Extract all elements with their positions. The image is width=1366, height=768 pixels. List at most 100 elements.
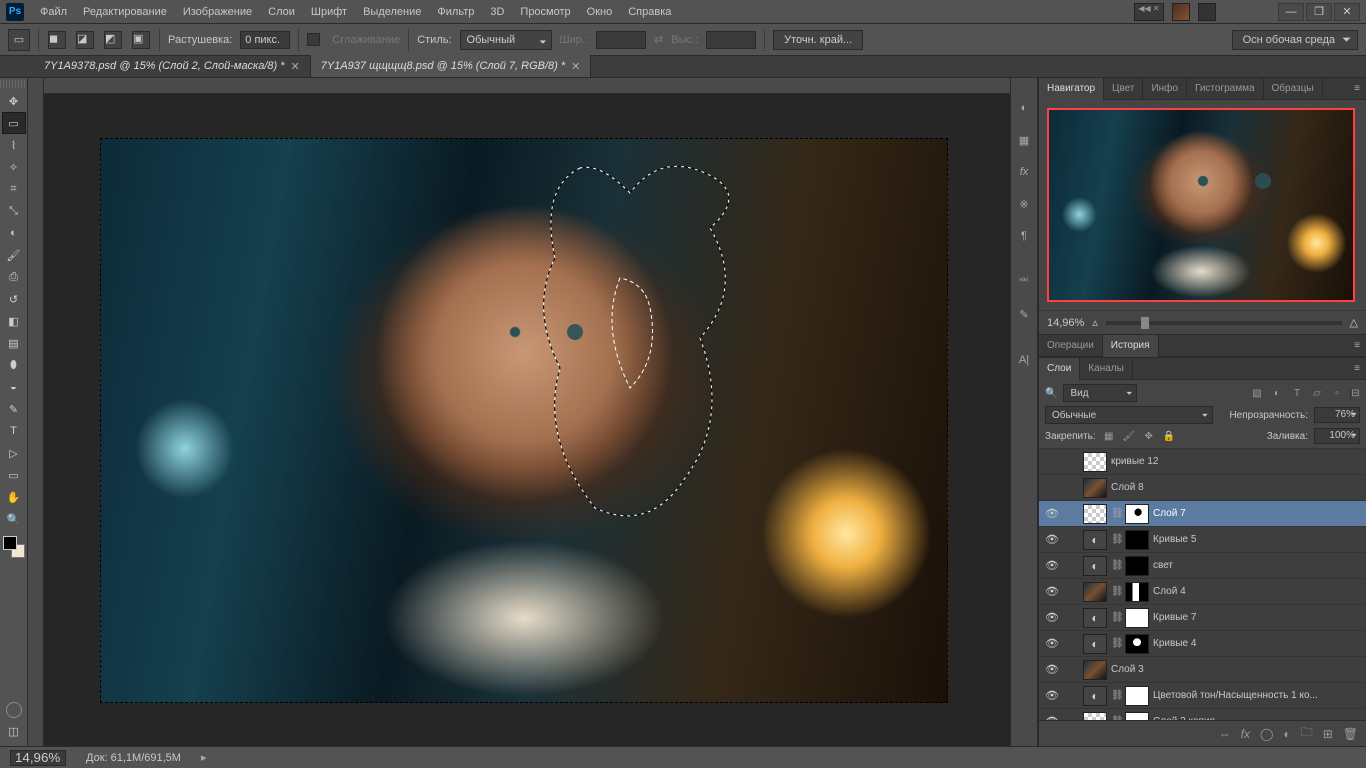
lock-all-icon[interactable]: 🔒	[1162, 429, 1176, 443]
window-minimize[interactable]: —	[1278, 3, 1304, 21]
layer-name[interactable]: Кривые 4	[1153, 638, 1362, 649]
visibility-toggle[interactable]: 👁	[1043, 585, 1061, 598]
menu-3D[interactable]: 3D	[482, 0, 512, 24]
zoom-slider[interactable]	[1106, 321, 1342, 325]
bridge-icon[interactable]	[1172, 3, 1190, 21]
navigator-thumbnail[interactable]	[1047, 108, 1355, 302]
panel-menu-icon[interactable]: ≡	[1348, 363, 1366, 374]
layer-name[interactable]: кривые 12	[1111, 456, 1362, 467]
visibility-toggle[interactable]: 👁	[1043, 533, 1061, 546]
filter-smart-icon[interactable]: ▫	[1330, 388, 1344, 399]
lasso-tool[interactable]: ⌇	[2, 134, 26, 156]
layer-thumbnail[interactable]: ◐	[1083, 634, 1107, 654]
lock-position-icon[interactable]: ✥	[1142, 429, 1156, 443]
character-dock-icon[interactable]: ¶	[1014, 226, 1034, 246]
layer-name[interactable]: Кривые 5	[1153, 534, 1362, 545]
layers-list[interactable]: кривые 12Слой 8👁⛓Слой 7👁◐⛓Кривые 5👁◐⛓све…	[1039, 449, 1366, 720]
magic-wand-tool[interactable]: ✧	[2, 156, 26, 178]
layer-row[interactable]: 👁 ◐ ⛓ Кривые 5	[1039, 527, 1366, 553]
mask-link-icon[interactable]: ⛓	[1111, 638, 1121, 649]
layer-filter-kind[interactable]: Вид	[1063, 384, 1137, 402]
close-tab-icon[interactable]: ✕	[291, 60, 300, 73]
zoom-in-icon[interactable]: △	[1350, 316, 1358, 329]
layer-thumbnail[interactable]	[1083, 504, 1107, 524]
shape-tool[interactable]: ▭	[2, 464, 26, 486]
layer-row[interactable]: кривые 12	[1039, 449, 1366, 475]
mask-link-icon[interactable]: ⛓	[1111, 508, 1121, 519]
selection-new-icon[interactable]: ◼	[48, 31, 66, 49]
panel-tab[interactable]: Слои	[1039, 358, 1080, 380]
ruler-vertical[interactable]	[28, 78, 44, 746]
layer-thumbnail[interactable]	[1083, 478, 1107, 498]
menu-Шрифт[interactable]: Шрифт	[303, 0, 355, 24]
type-tool[interactable]: T	[2, 420, 26, 442]
link-layers-icon[interactable]: ⇔	[1219, 727, 1231, 741]
blur-tool[interactable]: ⬮	[2, 354, 26, 376]
char-style-dock-icon[interactable]: A|	[1014, 350, 1034, 370]
new-fill-adjust-icon[interactable]: ◐	[1283, 727, 1290, 741]
layer-row[interactable]: 👁◐⛓Цветовой тон/Насыщенность 1 ко...	[1039, 683, 1366, 709]
color-swatches[interactable]	[3, 536, 25, 558]
layer-name[interactable]: Слой 8	[1111, 482, 1362, 493]
antialias-checkbox[interactable]	[307, 33, 320, 46]
mask-link-icon[interactable]: ⛓	[1111, 534, 1121, 545]
menu-Изображение[interactable]: Изображение	[175, 0, 260, 24]
brush-dock-icon[interactable]: ✎	[1014, 304, 1034, 324]
layer-thumbnail[interactable]: ◐	[1083, 556, 1107, 576]
layer-name[interactable]: Слой 7	[1153, 508, 1362, 519]
mask-link-icon[interactable]: ⛓	[1111, 612, 1121, 623]
close-tab-icon[interactable]: ✕	[571, 60, 580, 73]
screen-mode-toggle[interactable]: ◫	[2, 720, 26, 742]
panel-tab[interactable]: Гистограмма	[1187, 78, 1264, 100]
layer-thumbnail[interactable]: ◐	[1083, 530, 1107, 550]
dodge-tool[interactable]: ◒	[2, 376, 26, 398]
styles-dock-icon[interactable]: fx	[1014, 162, 1034, 182]
new-layer-icon[interactable]: ⊞	[1323, 727, 1333, 741]
visibility-toggle[interactable]: 👁	[1043, 663, 1061, 676]
visibility-toggle[interactable]: 👁	[1043, 611, 1061, 624]
panel-menu-icon[interactable]: ≡	[1348, 340, 1366, 351]
menu-Фильтр[interactable]: Фильтр	[429, 0, 482, 24]
panel-tab[interactable]: Операции	[1039, 335, 1103, 357]
move-tool[interactable]: ✥	[2, 90, 26, 112]
hand-tool[interactable]: ✋	[2, 486, 26, 508]
document-tab[interactable]: 7Y1A937 щщщщ8.psd @ 15% (Слой 7, RGB/8) …	[311, 55, 592, 77]
canvas[interactable]	[100, 138, 948, 703]
zoom-input[interactable]	[10, 750, 66, 766]
mask-link-icon[interactable]: ⛓	[1111, 560, 1121, 571]
mask-link-icon[interactable]: ⛓	[1111, 586, 1121, 597]
gradient-tool[interactable]: ▤	[2, 332, 26, 354]
layer-mask-thumbnail[interactable]	[1125, 582, 1149, 602]
crop-tool[interactable]: ⌗	[2, 178, 26, 200]
refine-edge-button[interactable]: Уточн. край...	[773, 30, 863, 50]
menu-Выделение[interactable]: Выделение	[355, 0, 429, 24]
layer-name[interactable]: Кривые 7	[1153, 612, 1362, 623]
zoom-tool[interactable]: 🔍	[2, 508, 26, 530]
color-dock-icon[interactable]: ◐	[1014, 98, 1034, 118]
visibility-toggle[interactable]: 👁	[1043, 637, 1061, 650]
panel-tab[interactable]: Образцы	[1264, 78, 1323, 100]
panel-tab[interactable]: Инфо	[1143, 78, 1187, 100]
layer-name[interactable]: Слой 4	[1153, 586, 1362, 597]
blend-mode-dropdown[interactable]: Обычные	[1045, 406, 1213, 424]
clone-stamp-tool[interactable]: ⎙	[2, 266, 26, 288]
layer-row[interactable]: 👁 ⛓ Слой 4	[1039, 579, 1366, 605]
lock-transparency-icon[interactable]: ▦	[1102, 429, 1116, 443]
panel-tab[interactable]: История	[1103, 335, 1159, 357]
toolbox-grip[interactable]	[0, 80, 27, 88]
history-brush-tool[interactable]: ↺	[2, 288, 26, 310]
new-group-icon[interactable]: 🗀	[1301, 723, 1313, 744]
window-maximize[interactable]: ❐	[1306, 3, 1332, 21]
zoom-out-icon[interactable]: ▵	[1092, 316, 1098, 329]
layer-mask-thumbnail[interactable]	[1125, 556, 1149, 576]
filter-adjust-icon[interactable]: ◐	[1270, 388, 1284, 399]
panel-menu-icon[interactable]: ≡	[1348, 83, 1366, 94]
layer-fx-icon[interactable]: fx	[1241, 727, 1250, 741]
style-dropdown[interactable]: Обычный	[460, 30, 552, 50]
marquee-tool[interactable]: ▭	[2, 112, 26, 134]
layer-thumbnail[interactable]: ◐	[1083, 686, 1107, 706]
visibility-toggle[interactable]: 👁	[1043, 507, 1061, 520]
filter-toggle[interactable]: ⊟	[1350, 388, 1360, 399]
layer-mask-thumbnail[interactable]	[1125, 634, 1149, 654]
layer-row[interactable]: 👁⛓ Слой 2 копия	[1039, 709, 1366, 720]
